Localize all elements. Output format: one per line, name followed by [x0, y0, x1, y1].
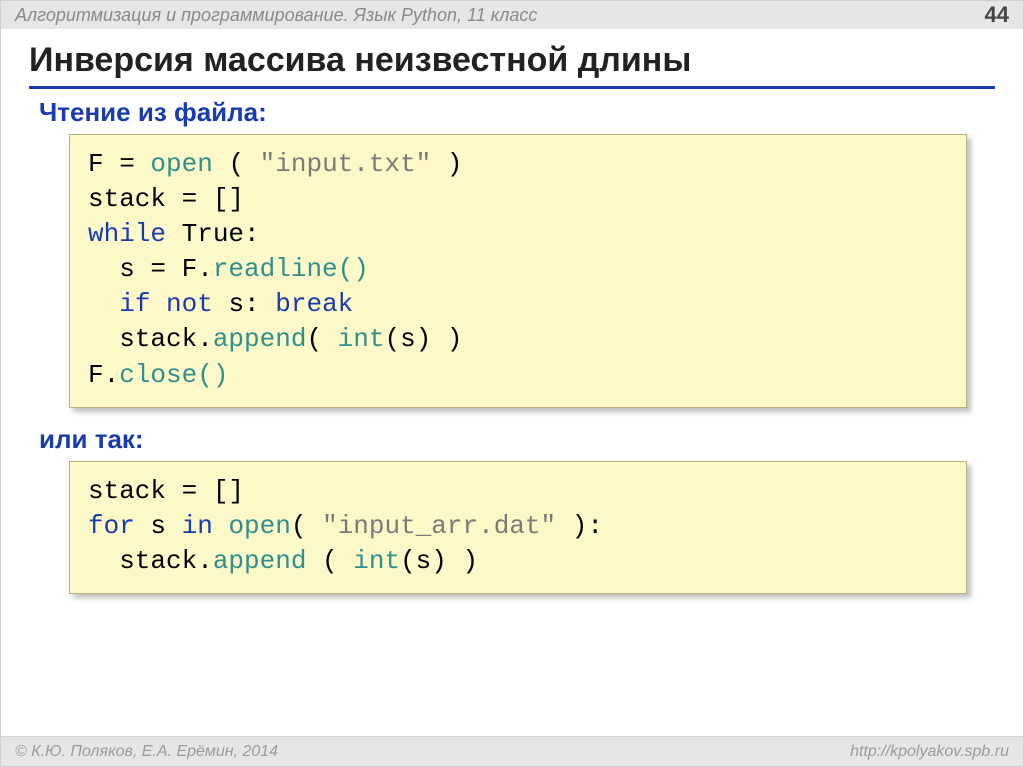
code-fn: int [353, 546, 400, 576]
code-text: stack. [88, 546, 213, 576]
code-fn: append [213, 324, 307, 354]
page-number: 44 [985, 2, 1009, 28]
code-text: ( [306, 546, 353, 576]
code-text: stack = [] [88, 184, 244, 214]
code-text: ): [556, 511, 603, 541]
code-text: s = F. [88, 254, 213, 284]
code-fn: open [228, 511, 290, 541]
code-fn: close() [119, 360, 228, 390]
code-text: (s) ) [384, 324, 462, 354]
footer-bar: © К.Ю. Поляков, Е.А. Ерёмин, 2014 http:/… [1, 736, 1023, 766]
slide-title: Инверсия массива неизвестной длины [29, 41, 995, 89]
code-text: ( [213, 149, 260, 179]
code-text [88, 289, 119, 319]
footer-url: http://kpolyakov.spb.ru [850, 743, 1009, 761]
code-text: F = [88, 149, 150, 179]
code-keyword: for [88, 511, 135, 541]
code-text: ( [291, 511, 322, 541]
section-label-1: Чтение из файла: [39, 97, 995, 128]
code-text: ( [306, 324, 337, 354]
code-text: F. [88, 360, 119, 390]
code-keyword: while [88, 219, 166, 249]
code-text: s [135, 511, 182, 541]
code-block-1: F = open ( "input.txt" ) stack = [] whil… [69, 134, 967, 408]
copyright-text: © К.Ю. Поляков, Е.А. Ерёмин, 2014 [15, 743, 278, 761]
subject-text: Алгоритмизация и программирование. Язык … [15, 5, 537, 26]
code-text: ) [431, 149, 462, 179]
content: Инверсия массива неизвестной длины Чтени… [1, 29, 1023, 594]
code-string: "input_arr.dat" [322, 511, 556, 541]
section-label-2: или так: [39, 424, 995, 455]
code-text: True: [166, 219, 260, 249]
code-keyword: if not [119, 289, 213, 319]
code-keyword: break [275, 289, 353, 319]
code-keyword: in [182, 511, 213, 541]
code-text [213, 511, 229, 541]
code-text: stack. [88, 324, 213, 354]
code-text: (s) ) [400, 546, 478, 576]
code-fn: open [150, 149, 212, 179]
code-fn: int [338, 324, 385, 354]
code-string: "input.txt" [260, 149, 432, 179]
code-fn: readline() [213, 254, 369, 284]
code-block-2: stack = [] for s in open( "input_arr.dat… [69, 461, 967, 594]
header-bar: Алгоритмизация и программирование. Язык … [1, 1, 1023, 29]
code-text: s: [213, 289, 275, 319]
code-fn: append [213, 546, 307, 576]
code-text: stack = [] [88, 476, 244, 506]
